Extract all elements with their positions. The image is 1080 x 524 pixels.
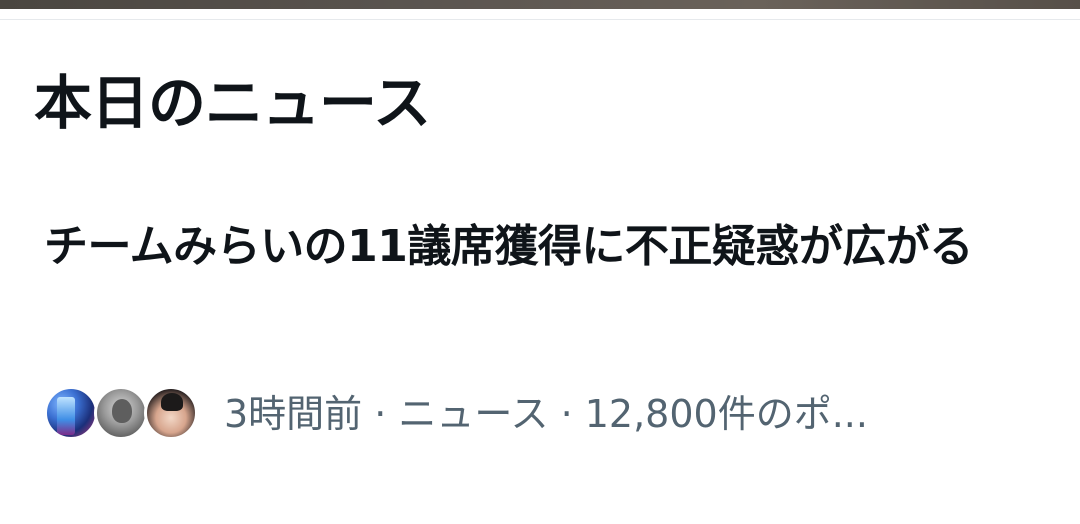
news-meta-text: 3時間前 · ニュース · 12,800件のポ... xyxy=(224,392,868,436)
news-headline[interactable]: チームみらいの11議席獲得に不正疑惑が広がる xyxy=(44,212,1044,282)
avatar-image xyxy=(112,399,132,423)
section-divider xyxy=(0,19,1080,20)
avatar-image xyxy=(57,397,75,435)
top-image-strip xyxy=(0,0,1080,9)
avatar xyxy=(44,386,98,440)
avatar-image xyxy=(161,393,183,411)
avatar xyxy=(94,386,148,440)
avatar xyxy=(144,386,198,440)
news-meta-row: 3時間前 · ニュース · 12,800件のポ... xyxy=(44,384,1044,444)
section-title: 本日のニュース xyxy=(34,69,431,137)
news-item[interactable]: チームみらいの11議席獲得に不正疑惑が広がる 3時間前 · ニュース · 12,… xyxy=(0,200,1080,470)
